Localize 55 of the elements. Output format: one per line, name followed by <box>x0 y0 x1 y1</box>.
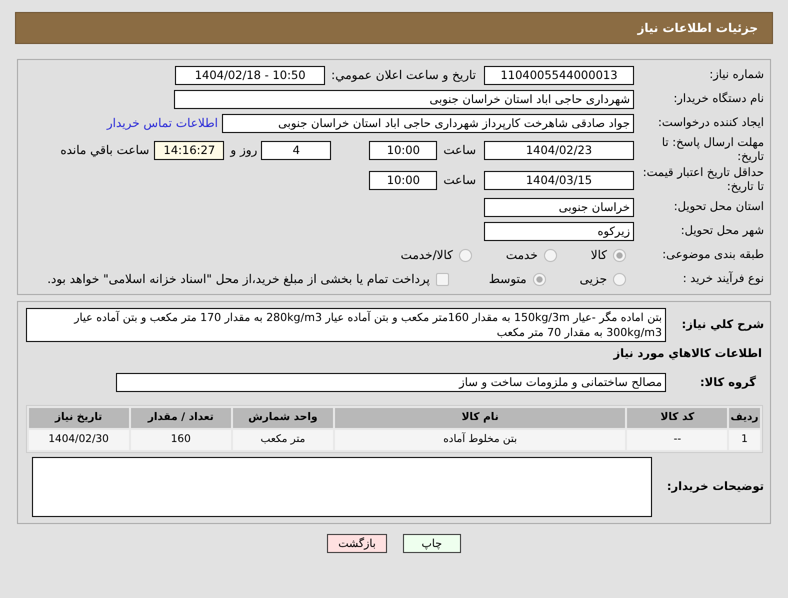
field-label: مهلت ارسال پاسخ: تا تاریخ: <box>660 136 765 164</box>
text-field[interactable]: خراسان جنوبی <box>484 198 634 216</box>
description-field[interactable]: بتن اماده مگر -عیار 150kg/3m به مقدار 160متر مکعب و بتن آماده عیار 280kg/m3 به مقدار 170 متر مکعب و بتن آماده عیار 300kg/m3 به مقدار 70 متر مکعب <box>26 308 666 342</box>
table-cell: 1404/02/30 <box>28 430 129 450</box>
column-header: تعداد / مقدار <box>130 408 231 428</box>
field-label: تاریخ و ساعت اعلان عمومي: <box>331 67 476 84</box>
text-field[interactable]: زیرکوه <box>484 222 634 240</box>
radio-label: جزیی <box>580 271 607 288</box>
text-field[interactable]: 1404/02/18 - 10:50 <box>175 66 326 84</box>
text-field[interactable]: 4 <box>261 140 332 160</box>
field-label: نوع فرآیند خرید : <box>682 272 765 286</box>
table-cell: بتن مخلوط آماده <box>334 430 626 450</box>
text-field[interactable]: 10:00 <box>369 170 438 190</box>
print-button[interactable]: چاپ <box>402 534 461 552</box>
table-cell: -- <box>627 430 728 450</box>
column-header: ردیف <box>729 408 760 428</box>
field-label: گروه كالا: <box>699 376 757 390</box>
column-header: واحد شمارش <box>232 408 333 428</box>
page-header: جزئیات اطلاعات نیاز <box>15 12 773 44</box>
table-cell: 1 <box>729 430 760 450</box>
table-cell: 160 <box>130 430 231 450</box>
text-field[interactable]: 1404/02/23 <box>484 140 634 160</box>
field-label: روز و <box>230 142 258 159</box>
text-field[interactable]: شهرداری حاجی اباد استان خراسان جنوبی <box>174 90 634 108</box>
section-heading: اطلاعات كالاهاي مورد نياز <box>614 345 763 362</box>
field-label: شرح كلي نياز: <box>680 318 765 332</box>
column-header: تاریخ نیاز <box>28 408 129 428</box>
radio-label: كالا/خدمت <box>400 247 453 264</box>
text-field[interactable]: 1104005544000013 <box>484 66 634 84</box>
radio-label: متوسط <box>488 271 527 288</box>
text-field[interactable]: 1404/03/15 <box>484 170 634 190</box>
radio-label: خدمت <box>506 247 538 264</box>
back-button[interactable]: بازگشت <box>327 534 387 552</box>
field-label: نام دستگاه خریدار: <box>672 92 765 106</box>
countdown-field[interactable]: 14:16:27 <box>154 140 224 160</box>
column-header: نام کالا <box>334 408 626 428</box>
field-label: شماره نیاز: <box>708 68 765 82</box>
field-label: ساعت <box>443 172 476 189</box>
text-field[interactable]: جواد صادقی شاهرخت کارپرداز شهرداری حاجی اباد استان خراسان جنوبی <box>222 114 634 132</box>
field-label: حداقل تاریخ اعتبار قیمت: تا تاریخ: <box>642 166 765 194</box>
notes-field[interactable] <box>32 456 652 516</box>
field-label: طبقه بندی موضوعی: <box>661 248 765 262</box>
field-label: توضیحات خریدار: <box>666 480 765 494</box>
goods-group-field[interactable]: مصالح ساختمانی و ملزومات ساخت و ساز <box>116 373 666 392</box>
payment-note: پرداخت تمام یا بخشی از مبلغ خرید،از محل "اسناد خزانه اسلامی" خواهد بود. <box>47 271 430 288</box>
field-label: ساعت باقي مانده <box>60 142 150 159</box>
text-field[interactable]: 10:00 <box>369 140 438 160</box>
field-label: شهر محل تحویل: <box>680 224 765 238</box>
column-header: کد کالا <box>627 408 728 428</box>
field-label: ایجاد کننده درخواست: <box>657 116 765 130</box>
table-cell: متر مکعب <box>232 430 333 450</box>
radio-label: كالا <box>590 247 607 264</box>
field-label: استان محل تحویل: <box>672 200 765 214</box>
field-label: ساعت <box>443 142 476 159</box>
contact-link[interactable]: اطلاعات تماس خریدار <box>106 114 218 132</box>
